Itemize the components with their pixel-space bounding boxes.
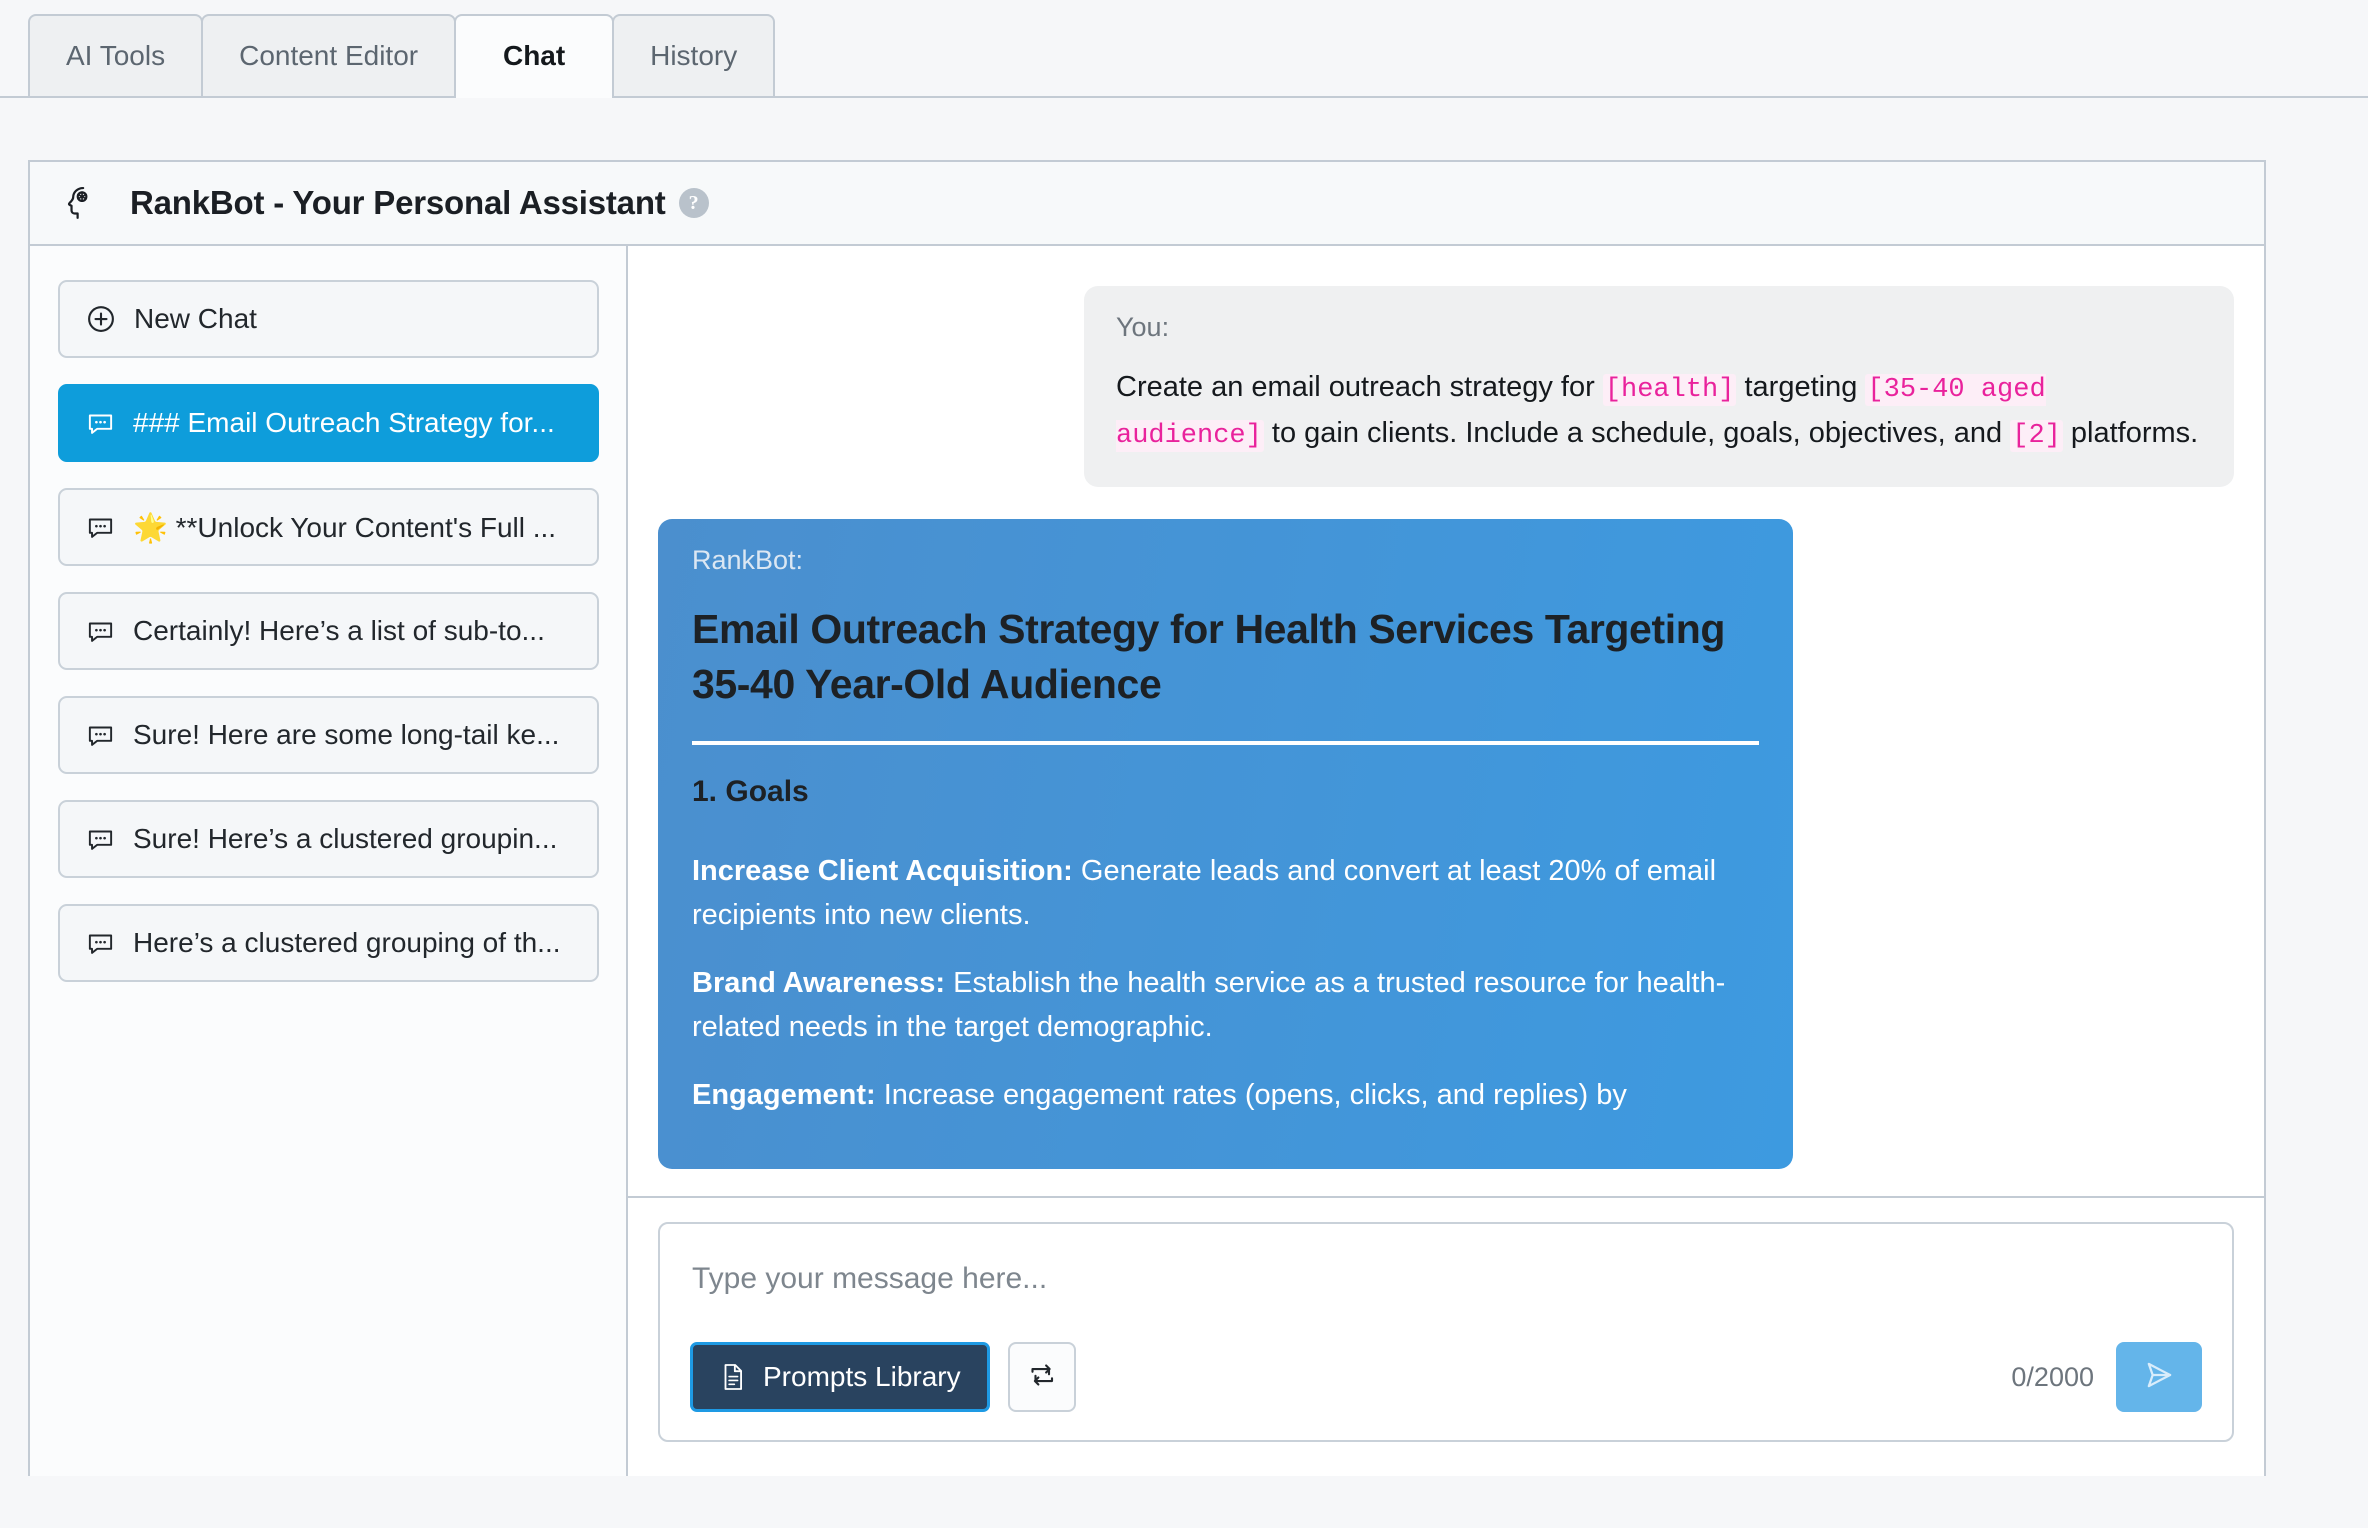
composer-actions: Prompts Library 0/2000: [690, 1342, 2202, 1412]
panel-body: New Chat ### Email Outreach Strategy for…: [30, 246, 2264, 1476]
chat-bubble-icon: [86, 513, 115, 542]
chat-bubble-icon: [86, 825, 115, 854]
sidebar-item-clustered-grouping[interactable]: Sure! Here’s a clustered groupin...: [58, 800, 599, 878]
text-part: platforms.: [2063, 417, 2198, 449]
bot-section-heading: 1. Goals: [692, 775, 1759, 809]
chat-bubble-icon: [86, 929, 115, 958]
bot-paragraph-rest: Increase engagement rates (opens, clicks…: [876, 1079, 1627, 1111]
user-message-label: You:: [1116, 312, 2202, 343]
composer: Type your message here... Prompts Librar: [658, 1222, 2234, 1442]
tab-bar: AI Tools Content Editor Chat History: [0, 0, 2368, 98]
repeat-icon: [1027, 1360, 1057, 1395]
tab-label: AI Tools: [66, 40, 165, 72]
chat-panel: RankBot - Your Personal Assistant ? New …: [28, 160, 2266, 1476]
chat-item-label: ### Email Outreach Strategy for...: [133, 407, 555, 439]
bot-paragraph: Brand Awareness: Establish the health se…: [692, 961, 1759, 1049]
new-chat-button[interactable]: New Chat: [58, 280, 599, 358]
bot-paragraph: Engagement: Increase engagement rates (o…: [692, 1073, 1759, 1117]
new-chat-label: New Chat: [134, 303, 257, 335]
divider: [692, 741, 1759, 745]
user-message-text: Create an email outreach strategy for [h…: [1116, 365, 2202, 457]
conversation-column: You: Create an email outreach strategy f…: [628, 246, 2264, 1476]
tab-ai-tools[interactable]: AI Tools: [28, 14, 203, 96]
tab-history[interactable]: History: [612, 14, 775, 96]
chat-bubble-icon: [86, 617, 115, 646]
plus-circle-icon: [86, 304, 116, 334]
sidebar-item-sub-topics[interactable]: Certainly! Here’s a list of sub-to...: [58, 592, 599, 670]
chat-item-label: Certainly! Here’s a list of sub-to...: [133, 615, 545, 647]
composer-area: Type your message here... Prompts Librar: [628, 1196, 2264, 1476]
sidebar-item-long-tail-keywords[interactable]: Sure! Here are some long-tail ke...: [58, 696, 599, 774]
chat-item-label: Sure! Here are some long-tail ke...: [133, 719, 559, 751]
chat-item-label: Sure! Here’s a clustered groupin...: [133, 823, 557, 855]
message-input[interactable]: Type your message here...: [690, 1254, 2202, 1342]
tab-content-editor[interactable]: Content Editor: [201, 14, 456, 96]
chat-bubble-icon: [86, 721, 115, 750]
bot-message-label: RankBot:: [692, 545, 1759, 576]
prompts-library-label: Prompts Library: [763, 1361, 961, 1393]
tab-label: Chat: [503, 40, 565, 72]
sidebar-item-clustered-grouping-2[interactable]: Here’s a clustered grouping of th...: [58, 904, 599, 982]
code-token-platform-count: [2]: [2010, 420, 2063, 452]
bot-paragraph-lead: Increase Client Acquisition:: [692, 855, 1073, 887]
tab-label: History: [650, 40, 737, 72]
user-message: You: Create an email outreach strategy f…: [1084, 286, 2234, 487]
character-counter: 0/2000: [2011, 1362, 2094, 1393]
prompts-library-button[interactable]: Prompts Library: [690, 1342, 990, 1412]
chat-item-label: Here’s a clustered grouping of th...: [133, 927, 561, 959]
code-token-health: [health]: [1603, 374, 1737, 406]
help-icon[interactable]: ?: [679, 188, 709, 218]
page-title: RankBot - Your Personal Assistant: [130, 184, 666, 222]
regenerate-button[interactable]: [1008, 1342, 1076, 1412]
chat-item-label: 🌟 **Unlock Your Content's Full ...: [133, 511, 556, 544]
tab-label: Content Editor: [239, 40, 418, 72]
chat-list-sidebar: New Chat ### Email Outreach Strategy for…: [30, 246, 628, 1476]
message-list[interactable]: You: Create an email outreach strategy f…: [628, 246, 2264, 1196]
sidebar-item-unlock-content[interactable]: 🌟 **Unlock Your Content's Full ...: [58, 488, 599, 566]
bot-paragraph-lead: Brand Awareness:: [692, 967, 945, 999]
bot-message: RankBot: Email Outreach Strategy for Hea…: [658, 519, 1793, 1169]
send-paper-plane-icon: [2141, 1357, 2177, 1398]
text-part: targeting: [1736, 371, 1865, 403]
brain-head-icon: [62, 185, 96, 221]
bot-paragraph-lead: Engagement:: [692, 1079, 876, 1111]
text-part: Create an email outreach strategy for: [1116, 371, 1603, 403]
tab-chat[interactable]: Chat: [454, 14, 614, 96]
bot-paragraph: Increase Client Acquisition: Generate le…: [692, 849, 1759, 937]
chat-bubble-icon: [86, 409, 115, 438]
send-button[interactable]: [2116, 1342, 2202, 1412]
sidebar-item-email-outreach[interactable]: ### Email Outreach Strategy for...: [58, 384, 599, 462]
text-part: to gain clients. Include a schedule, goa…: [1264, 417, 2010, 449]
panel-header: RankBot - Your Personal Assistant ?: [30, 162, 2264, 246]
bot-message-heading: Email Outreach Strategy for Health Servi…: [692, 602, 1759, 711]
document-icon: [719, 1362, 747, 1392]
